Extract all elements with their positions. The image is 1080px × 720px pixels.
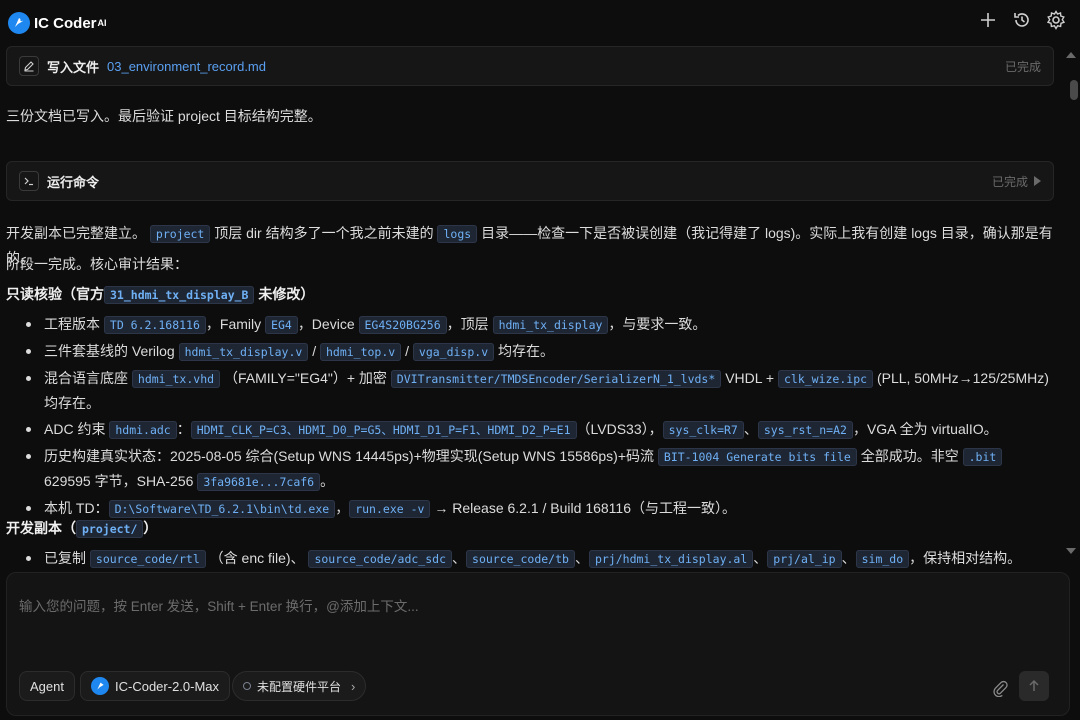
list-item: 混合语言底座 hdmi_tx.vhd （FAMILY="EG4"）+ 加密 DV… (24, 366, 1052, 415)
run-command-label: 运行命令 (47, 174, 100, 190)
chat-scrollbar[interactable] (1066, 46, 1080, 572)
section-heading-readonly: 只读核验（官方 31_hdmi_tx_display_B 未修改） (6, 286, 315, 304)
message-docs-written: 三份文档已写入。最后验证 project 目标结构完整。 (6, 108, 322, 124)
platform-label: 未配置硬件平台 (257, 679, 342, 694)
write-file-card[interactable]: 写入文件 03_environment_record.md 已完成 (6, 46, 1054, 86)
terminal-icon (19, 171, 39, 191)
inline-code: logs (437, 225, 478, 243)
hardware-platform-selector[interactable]: 未配置硬件平台 › (232, 671, 367, 701)
chevron-right-icon: › (351, 678, 356, 694)
paperclip-icon (993, 680, 1008, 697)
logo-icon (8, 12, 30, 34)
list-item: 三件套基线的 Verilog hdmi_tx_display.v / hdmi_… (24, 339, 1052, 364)
message-phase-complete: 阶段一完成。核心审计结果： (6, 256, 188, 272)
dev-copy-list: 已复制 source_code/rtl （含 enc file)、 source… (24, 546, 1052, 572)
model-selector[interactable]: IC-Coder-2.0-Max (80, 671, 231, 701)
inline-code: project (149, 225, 211, 243)
scroll-down-icon[interactable] (1066, 548, 1076, 554)
message-composer[interactable]: 输入您的问题，按 Enter 发送，Shift + Enter 换行，@添加上下… (6, 572, 1070, 716)
platform-status-icon (243, 682, 251, 690)
list-item: 历史构建真实状态：2025-08-05 综合(Setup WNS 14445ps… (24, 444, 1052, 494)
history-button[interactable] (1010, 8, 1034, 32)
attach-button[interactable] (989, 677, 1011, 699)
app-title-badge: AI (97, 18, 107, 28)
edit-icon (19, 56, 39, 76)
send-button[interactable] (1019, 671, 1049, 701)
settings-button[interactable] (1044, 8, 1068, 32)
write-file-label: 写入文件 (47, 59, 100, 75)
write-file-status: 已完成 (1004, 59, 1041, 74)
run-command-status[interactable]: 已完成 (992, 173, 1041, 190)
chat-transcript[interactable]: 写入文件 03_environment_record.md 已完成 三份文档已写… (0, 46, 1066, 572)
run-command-card[interactable]: 运行命令 已完成 (6, 161, 1054, 201)
arrow-up-icon (1029, 679, 1039, 691)
history-icon (1014, 13, 1029, 27)
inline-code: 31_hdmi_tx_display_B (104, 286, 255, 304)
model-label: IC-Coder-2.0-Max (115, 678, 220, 694)
write-file-link[interactable]: 03_environment_record.md (107, 59, 266, 74)
app-title: IC Coder (34, 14, 97, 32)
new-chat-button[interactable] (976, 8, 1000, 32)
gear-icon (1046, 10, 1066, 30)
mode-selector[interactable]: Agent (19, 671, 75, 701)
inline-code: project/ (76, 520, 144, 538)
list-item: 已复制 source_code/rtl （含 enc file)、 source… (24, 546, 1052, 571)
list-item: 工程版本 TD 6.2.168116 ，Family EG4 ，Device EG4… (24, 312, 1052, 337)
plus-icon (981, 13, 995, 27)
mode-label: Agent (30, 678, 64, 694)
message-input[interactable]: 输入您的问题，按 Enter 发送，Shift + Enter 换行，@添加上下… (19, 595, 1019, 615)
scrollbar-thumb[interactable] (1070, 80, 1078, 100)
app-header: IC Coder AI (0, 0, 1080, 46)
section-heading-dev-copy: 开发副本（ project/） (6, 520, 158, 538)
scroll-up-icon[interactable] (1066, 52, 1076, 58)
play-icon (1034, 176, 1041, 186)
readonly-audit-list: 工程版本 TD 6.2.168116 ，Family EG4 ，Device EG4… (24, 312, 1052, 523)
model-logo-icon (91, 677, 109, 695)
list-item: ADC 约束 hdmi.adc： HDMI_CLK_P=C3、HDMI_D0_P=… (24, 417, 1052, 442)
